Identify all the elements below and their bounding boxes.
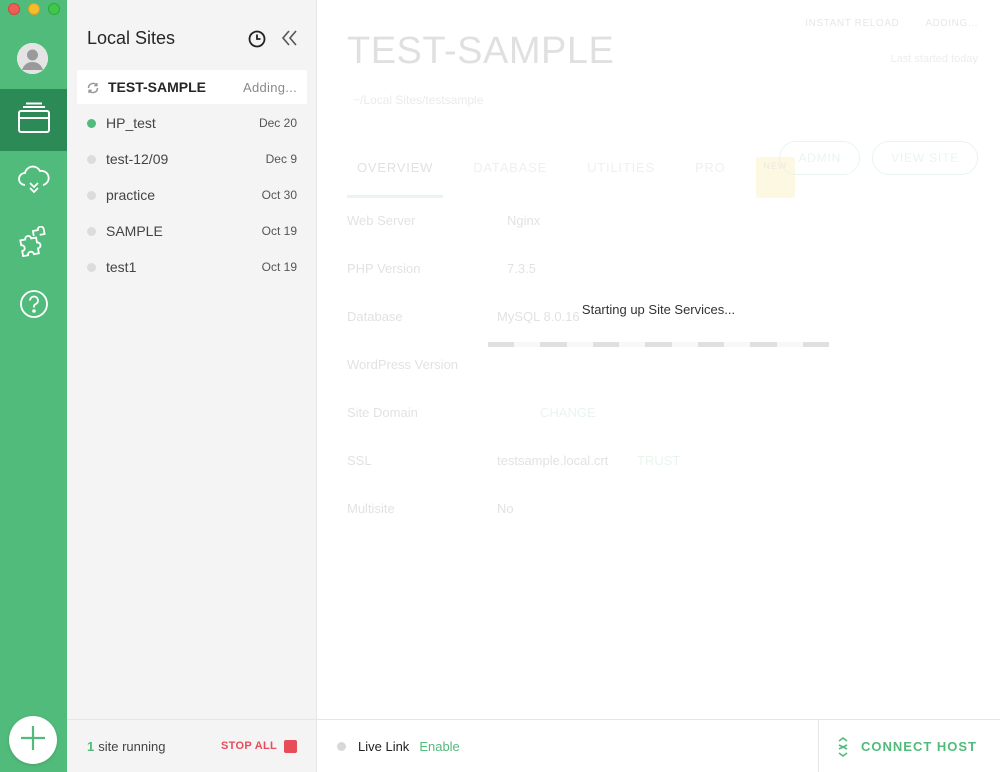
- site-date: Dec 20: [258, 116, 297, 130]
- stop-icon: [284, 739, 297, 753]
- sites-panel: Local Sites TEST-SAMPLE Adding... HP_tes…: [67, 0, 317, 772]
- site-buttons: ADMIN VIEW SITE: [779, 141, 978, 175]
- sites-icon: [17, 102, 51, 139]
- site-path[interactable]: ~/Local Sites/testsample: [353, 93, 483, 107]
- connect-host-label: CONNECT HOST: [861, 739, 977, 754]
- site-date: Oct 19: [261, 260, 297, 274]
- enable-live-link-button[interactable]: Enable: [419, 739, 459, 754]
- site-adding-status: ADDING...: [925, 18, 978, 29]
- site-top-actions: INSTANT RELOAD ADDING...: [805, 18, 978, 29]
- site-item-sample[interactable]: SAMPLE Oct 19: [77, 214, 307, 248]
- sites-footer: 1 site running STOP ALL: [67, 719, 317, 772]
- site-date: Oct 19: [261, 224, 297, 238]
- loading-message: Starting up Site Services...: [581, 302, 736, 317]
- help-nav-button[interactable]: [0, 275, 67, 337]
- site-item-test1[interactable]: test1 Oct 19: [77, 250, 307, 284]
- site-detail-panel: TEST-SAMPLE INSTANT RELOAD ADDING... Las…: [317, 0, 1000, 719]
- stopped-status-dot: [87, 190, 96, 200]
- connect-host-icon: [837, 736, 849, 757]
- stopped-status-dot: [87, 154, 96, 164]
- last-started-text: Last started today: [890, 53, 978, 65]
- site-name: practice: [106, 187, 156, 203]
- trust-ssl-button[interactable]: TRUST: [637, 453, 680, 468]
- navigation-rail: [0, 0, 67, 772]
- live-link: Live Link Enable: [337, 720, 460, 772]
- running-count: 1: [87, 738, 95, 754]
- sites-nav-button[interactable]: [0, 89, 67, 151]
- multisite-value: No: [497, 501, 514, 516]
- view-site-button[interactable]: VIEW SITE: [872, 141, 978, 175]
- help-icon: [19, 289, 49, 324]
- history-icon[interactable]: [248, 30, 266, 53]
- tab-overview[interactable]: OVERVIEW: [347, 160, 444, 198]
- tab-database[interactable]: DATABASE: [463, 160, 557, 198]
- site-tabs: OVERVIEW DATABASE UTILITIES PRO NEW: [347, 157, 795, 198]
- cloud-icon: [17, 165, 51, 200]
- site-name: SAMPLE: [106, 223, 163, 239]
- change-domain-button[interactable]: CHANGE: [540, 405, 596, 420]
- live-link-label: Live Link: [358, 739, 410, 754]
- site-item-hp-test[interactable]: HP_test Dec 20: [77, 106, 307, 140]
- user-avatar-icon[interactable]: [17, 43, 48, 74]
- instant-reload-toggle[interactable]: INSTANT RELOAD: [805, 18, 899, 29]
- add-site-button[interactable]: [9, 716, 57, 764]
- stopped-status-dot: [87, 262, 96, 272]
- tab-pro[interactable]: PRO: [685, 160, 736, 198]
- connect-host-button[interactable]: CONNECT HOST: [818, 720, 1000, 772]
- field-label: Web Server: [347, 213, 416, 228]
- connect-nav-button[interactable]: [0, 151, 67, 213]
- field-label: WordPress Version: [347, 357, 459, 372]
- site-item-practice[interactable]: practice Oct 30: [77, 178, 307, 212]
- field-label: PHP Version: [347, 261, 421, 276]
- field-label: SSL: [347, 453, 372, 468]
- collapse-icon[interactable]: [281, 29, 297, 52]
- web-server-select[interactable]: Nginx: [507, 213, 540, 228]
- site-name: HP_test: [106, 115, 156, 131]
- running-status-dot: [87, 118, 96, 128]
- tab-utilities[interactable]: UTILITIES: [577, 160, 665, 198]
- live-link-status-dot: [337, 742, 346, 751]
- local-app-window: Local Sites TEST-SAMPLE Adding... HP_tes…: [0, 0, 1000, 772]
- close-window-button[interactable]: [8, 3, 20, 15]
- site-name: test-12/09: [106, 151, 169, 167]
- site-title: TEST-SAMPLE: [347, 30, 615, 72]
- stop-all-button[interactable]: STOP ALL: [221, 739, 297, 753]
- maximize-window-button[interactable]: [48, 3, 60, 15]
- site-name: test1: [106, 259, 137, 275]
- window-controls: [8, 3, 60, 15]
- spinner-icon: [87, 81, 99, 94]
- php-version-select[interactable]: 7.3.5: [507, 261, 536, 276]
- ssl-cert-value: testsample.local.crt: [497, 453, 609, 468]
- admin-button[interactable]: ADMIN: [779, 141, 861, 175]
- field-label: Multisite: [347, 501, 395, 516]
- stop-all-label: STOP ALL: [221, 740, 277, 752]
- site-item-test-12-09[interactable]: test-12/09 Dec 9: [77, 142, 307, 176]
- site-date: Oct 30: [261, 188, 297, 202]
- running-text: site running: [98, 738, 166, 754]
- site-item-test-sample[interactable]: TEST-SAMPLE Adding...: [77, 70, 307, 104]
- stopped-status-dot: [87, 226, 96, 236]
- main-footer: Live Link Enable CONNECT HOST: [317, 719, 1000, 772]
- site-name: TEST-SAMPLE: [108, 79, 207, 95]
- plus-icon: [20, 725, 46, 756]
- puzzle-icon: [17, 225, 51, 263]
- sites-panel-title: Local Sites: [87, 28, 176, 48]
- site-status: Adding...: [242, 79, 297, 95]
- field-label: Site Domain: [347, 405, 418, 420]
- loading-progress-bar: [488, 342, 830, 347]
- minimize-window-button[interactable]: [28, 3, 40, 15]
- addons-nav-button[interactable]: [0, 213, 67, 275]
- site-date: Dec 9: [265, 152, 297, 166]
